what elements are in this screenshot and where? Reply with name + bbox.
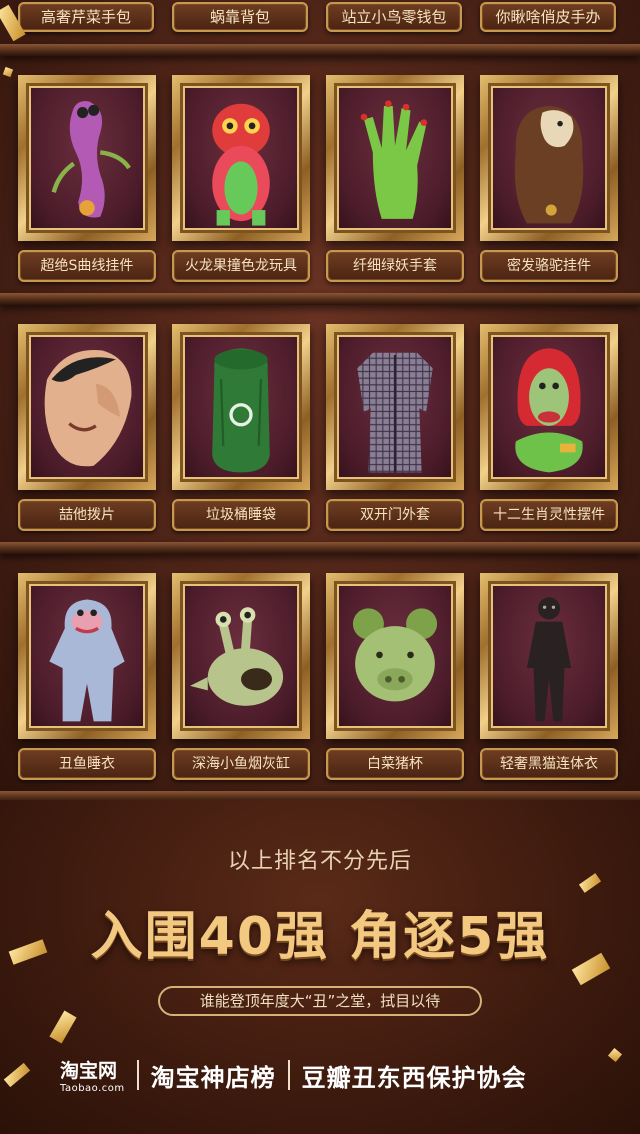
divider — [136, 1060, 139, 1090]
picture-frame[interactable] — [326, 573, 464, 739]
green-glove-icon — [360, 100, 428, 219]
logo-bar: 淘宝网 Taobao.com 淘宝神店榜 豆瓣丑东西保护协会 — [60, 1050, 600, 1100]
purple-figure-icon — [51, 101, 131, 218]
top-label-2[interactable]: 蜗靠背包 — [172, 2, 308, 32]
item-label[interactable]: 火龙果撞色龙玩具 — [172, 250, 310, 282]
picture-frame[interactable] — [326, 75, 464, 241]
item-label[interactable]: 深海小鱼烟灰缸 — [172, 748, 310, 780]
fish-ashtray-icon — [190, 607, 284, 706]
item-label[interactable]: 轻奢黑猫连体衣 — [480, 748, 618, 780]
black-cat-suit-icon — [526, 597, 572, 722]
fish-pajama-icon — [49, 599, 125, 722]
shelf — [0, 542, 640, 554]
pig-cup-icon — [352, 608, 438, 702]
trash-sleeping-bag-icon — [212, 348, 270, 473]
item-label[interactable]: 密发骆驼挂件 — [480, 250, 618, 282]
taobao-domain: Taobao.com — [60, 1083, 125, 1094]
item-label[interactable]: 喆他拨片 — [18, 499, 156, 531]
ranking-note: 以上排名不分先后 — [227, 849, 412, 874]
top-label-4[interactable]: 你瞅啥俏皮手办 — [480, 2, 616, 32]
face-pick-icon — [44, 349, 132, 467]
picture-frame[interactable] — [480, 75, 618, 241]
item-label[interactable]: 双开门外套 — [326, 499, 464, 531]
chameleon-toy-icon — [212, 103, 270, 226]
item-label[interactable]: 丑鱼睡衣 — [18, 748, 156, 780]
picture-frame[interactable] — [18, 324, 156, 490]
taobao-logo[interactable]: 淘宝网 Taobao.com — [60, 1056, 125, 1094]
item-label[interactable]: 超绝S曲线挂件 — [18, 250, 156, 282]
shelf — [0, 44, 640, 56]
picture-frame[interactable] — [18, 573, 156, 739]
top-label-3[interactable]: 站立小鸟零钱包 — [326, 2, 462, 32]
picture-frame[interactable] — [480, 573, 618, 739]
picture-frame[interactable] — [172, 324, 310, 490]
top-label-1[interactable]: 高奢芹菜手包 — [18, 2, 154, 32]
plaid-coat-icon — [357, 352, 433, 473]
divider — [287, 1060, 290, 1090]
item-label[interactable]: 白菜猪杯 — [326, 748, 464, 780]
item-label[interactable]: 十二生肖灵性摆件 — [480, 499, 618, 531]
brand-shop-ranking: 淘宝神店榜 — [150, 1063, 276, 1092]
picture-frame[interactable] — [172, 573, 310, 739]
taobao-logo-text: 淘宝网 — [60, 1060, 118, 1082]
item-label[interactable]: 垃圾桶睡袋 — [172, 499, 310, 531]
shelf — [0, 293, 640, 305]
camel-plush-icon — [514, 105, 584, 224]
tagline-pill: 谁能登顶年度大“丑”之堂，拭目以待 — [158, 986, 482, 1016]
picture-frame[interactable] — [172, 75, 310, 241]
zodiac-figurine-icon — [515, 348, 583, 473]
brand-douban-group: 豆瓣丑东西保护协会 — [301, 1063, 527, 1092]
picture-frame[interactable] — [326, 324, 464, 490]
headline: 入围40强 角逐5强 — [90, 907, 550, 967]
item-label[interactable]: 纤细绿妖手套 — [326, 250, 464, 282]
picture-frame[interactable] — [18, 75, 156, 241]
picture-frame[interactable] — [480, 324, 618, 490]
